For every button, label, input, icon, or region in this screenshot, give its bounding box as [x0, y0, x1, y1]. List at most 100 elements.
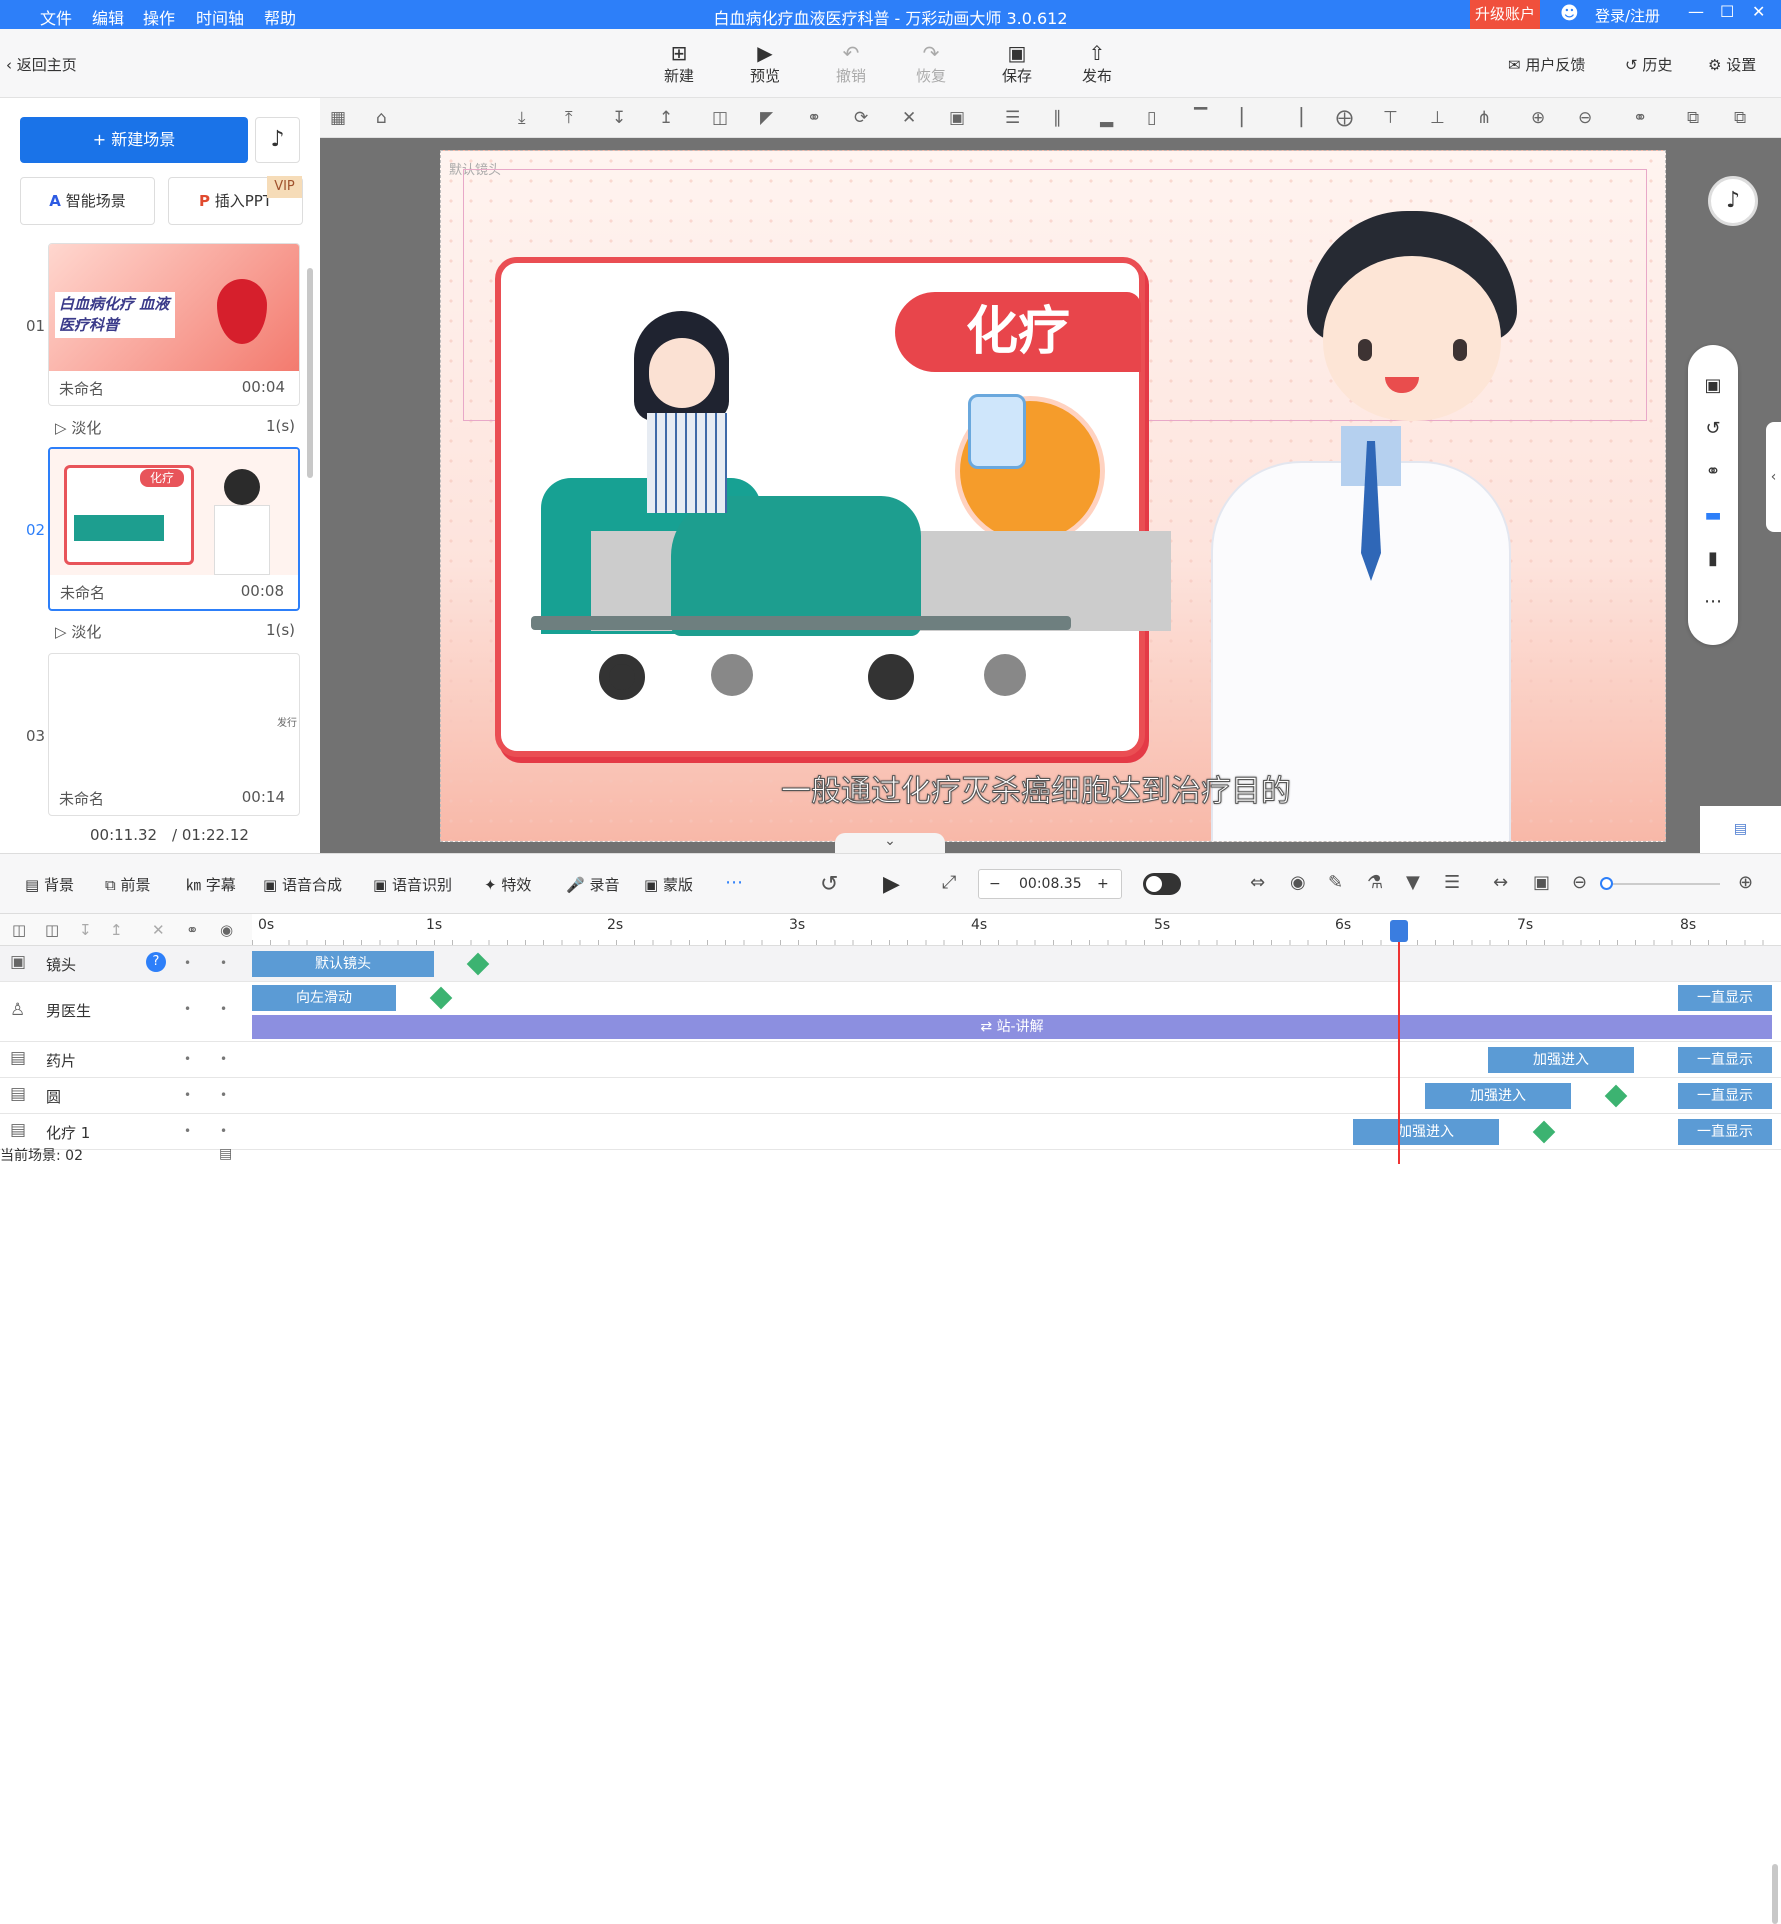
chevron-down-icon[interactable]: ⌄	[835, 833, 945, 853]
landscape-icon[interactable]: ▬	[1688, 505, 1738, 526]
rotate-device-icon[interactable]: ↺	[1688, 418, 1738, 439]
save-button[interactable]: ▣ 保存	[987, 41, 1047, 86]
align-vcenter-icon[interactable]: ⋔	[1477, 108, 1491, 128]
track-bar[interactable]: 加强进入	[1488, 1047, 1634, 1073]
publish-button[interactable]: ⇧ 发布	[1067, 41, 1127, 86]
track-row-male-doctor[interactable]: ♙ 男医生 • • 向左滑动 一直显示 ⇄ 站-讲解	[0, 982, 1781, 1042]
replay-icon[interactable]: ↺	[820, 872, 838, 897]
visibility-dot[interactable]: •	[184, 1052, 191, 1066]
time-increase-button[interactable]: +	[1097, 876, 1109, 892]
align-bottom-icon[interactable]: ▂	[1100, 108, 1113, 128]
redo-button[interactable]: ↷ 恢复	[901, 41, 961, 86]
visibility-dot[interactable]: •	[184, 1088, 191, 1102]
mask-button[interactable]: ▣ 蒙版	[644, 874, 693, 895]
grid-icon[interactable]: ▦	[330, 108, 346, 128]
scene-card-03[interactable]: 发行 未命名 00:14	[48, 653, 300, 816]
align-middle-icon[interactable]: ⨁	[1336, 108, 1353, 128]
music-icon[interactable]: ♪	[255, 117, 300, 163]
record-button[interactable]: 🎤 录音	[566, 874, 619, 895]
paste-icon[interactable]: ⧉	[1734, 108, 1746, 128]
timeline-ruler[interactable]: 0s 1s 2s 3s 4s 5s 6s 7s 8s	[252, 914, 1781, 946]
effects-button[interactable]: ✦ 特效	[484, 874, 531, 895]
chevron-left-icon[interactable]: ‹	[1766, 422, 1781, 532]
settings-button[interactable]: ⚙ 设置	[1708, 54, 1756, 75]
copy-icon[interactable]: ⧉	[1687, 108, 1699, 128]
play-icon[interactable]: ▶	[883, 872, 900, 897]
edit-icon[interactable]: ✎	[1328, 872, 1343, 893]
delete-icon[interactable]: ✕	[152, 921, 165, 939]
maximize-button[interactable]: ☐	[1720, 2, 1734, 21]
align-bottom-edge-icon[interactable]: ⊥	[1430, 108, 1445, 128]
flip-vertical-icon[interactable]: ◤	[760, 108, 773, 128]
portrait-icon[interactable]: ▮	[1688, 548, 1738, 569]
lock-icon[interactable]: ⚭	[807, 108, 821, 128]
track-row-circle[interactable]: ▤ 圆 • • 加强进入 一直显示	[0, 1078, 1781, 1114]
stage-canvas[interactable]: 默认镜头 化疗 一般通过化疗灭杀癌细胞达到治疗目的	[440, 150, 1666, 842]
more-icon[interactable]: ⋯	[1688, 591, 1738, 612]
keyframe-add-icon[interactable]	[466, 952, 490, 976]
history-button[interactable]: ↺ 历史	[1625, 54, 1672, 75]
unlock-icon[interactable]: ⚭	[1633, 108, 1647, 128]
background-button[interactable]: ▤ 背景	[25, 874, 74, 895]
track-bar[interactable]: 一直显示	[1678, 1083, 1772, 1109]
close-button[interactable]: ✕	[1752, 2, 1765, 21]
caption-button[interactable]: ㎞ 字幕	[186, 874, 236, 895]
move-down-icon[interactable]: ↧	[612, 108, 626, 128]
track-bar[interactable]: 一直显示	[1678, 985, 1772, 1011]
music-icon[interactable]: ♪	[1708, 176, 1758, 226]
adjust-icon[interactable]: ☰	[1444, 872, 1460, 893]
keyframe-add-icon[interactable]	[1604, 1084, 1628, 1108]
zoom-in-icon[interactable]: ⊕	[1738, 872, 1753, 893]
zoom-in-icon[interactable]: ⊕	[1531, 108, 1545, 128]
help-icon[interactable]: ?	[146, 952, 166, 972]
delete-icon[interactable]: ✕	[902, 108, 916, 128]
visibility-dot[interactable]: •	[184, 1124, 191, 1138]
time-input[interactable]: 00:08.35	[1019, 876, 1082, 892]
lock-dot[interactable]: •	[220, 1088, 227, 1102]
minimize-button[interactable]: —	[1688, 2, 1704, 21]
visibility-dot[interactable]: •	[184, 956, 191, 970]
add-folder-icon[interactable]: ◫	[12, 921, 26, 939]
playhead-line[interactable]	[1398, 920, 1400, 1164]
timeline-scrollbar[interactable]	[1772, 1864, 1778, 1924]
lock-dot[interactable]: •	[220, 956, 227, 970]
feedback-button[interactable]: ✉ 用户反馈	[1508, 54, 1585, 75]
zoom-slider[interactable]	[1605, 883, 1720, 885]
scene-card-02[interactable]: 化疗 未命名 00:08	[48, 447, 300, 611]
transition-item[interactable]: ▷ 淡化 1(s)	[55, 417, 295, 438]
scene-panel-scrollbar[interactable]	[307, 268, 313, 478]
new-scene-button[interactable]: + 新建场景	[20, 117, 248, 163]
home-icon[interactable]: ⌂	[376, 108, 387, 128]
visibility-dot[interactable]: •	[184, 1002, 191, 1016]
align-sides-icon[interactable]: ▯	[1147, 108, 1156, 128]
filter-icon[interactable]: ▼	[1406, 872, 1420, 893]
track-bar-action[interactable]: ⇄ 站-讲解	[252, 1015, 1772, 1039]
align-right-icon[interactable]: ▕	[1289, 108, 1302, 128]
lock-dot[interactable]: •	[220, 1052, 227, 1066]
track-bar[interactable]: 一直显示	[1678, 1119, 1772, 1145]
move-up-icon[interactable]: ↥	[110, 921, 123, 939]
track-bar[interactable]: 加强进入	[1353, 1119, 1499, 1145]
upgrade-button[interactable]: 升级账户	[1470, 0, 1540, 29]
rotate-icon[interactable]: ⟳	[854, 108, 868, 128]
time-decrease-button[interactable]: −	[989, 876, 1001, 892]
toggle-switch[interactable]	[1143, 873, 1181, 895]
track-bar[interactable]: 加强进入	[1425, 1083, 1571, 1109]
track-bar[interactable]: 向左滑动	[252, 985, 396, 1011]
zoom-slider-handle[interactable]	[1600, 877, 1613, 890]
track-row-pills[interactable]: ▤ 药片 • • 加强进入 一直显示	[0, 1042, 1781, 1078]
playhead-handle[interactable]	[1390, 920, 1408, 942]
move-top-icon[interactable]: ⤒	[565, 108, 573, 128]
align-center-icon[interactable]: ☰	[1005, 108, 1020, 128]
split-icon[interactable]: ⚗	[1367, 872, 1383, 893]
card-title[interactable]: 化疗	[895, 292, 1141, 372]
distribute-h-icon[interactable]: ∥	[1053, 108, 1062, 128]
minimap-icon[interactable]: ▤	[1700, 806, 1781, 853]
move-bottom-icon[interactable]: ⤓	[518, 108, 526, 128]
undo-button[interactable]: ↶ 撤销	[821, 41, 881, 86]
lock-icon[interactable]: ⚭	[186, 921, 199, 939]
track-row-camera[interactable]: ▣ 镜头 ? • • 默认镜头	[0, 946, 1781, 982]
align-top-icon[interactable]: ▔	[1194, 108, 1207, 128]
foreground-button[interactable]: ⧉ 前景	[105, 874, 151, 895]
fit-width-icon[interactable]: ↔	[1493, 872, 1508, 893]
